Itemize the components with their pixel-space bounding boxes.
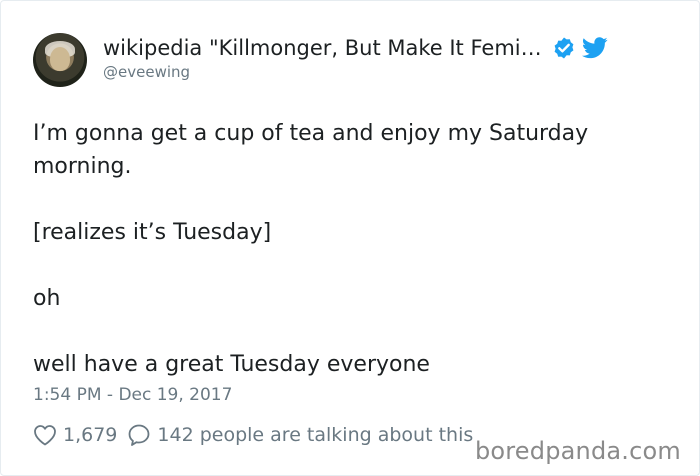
speech-bubble-icon[interactable] xyxy=(127,423,151,447)
tweet-paragraph: oh xyxy=(33,286,61,311)
talking-about-link[interactable]: 142 people are talking about this xyxy=(157,424,473,446)
tweet-actions: 1,679 142 people are talking about this xyxy=(33,421,473,449)
author-handle[interactable]: @eveewing xyxy=(103,63,190,81)
author-display-name[interactable]: wikipedia "Killmonger, But Make It Femi… xyxy=(103,36,542,60)
heart-outline-icon[interactable] xyxy=(33,424,57,446)
tweet-paragraph: well have a great Tuesday everyone xyxy=(33,352,430,377)
watermark: boredpanda.com xyxy=(474,437,681,465)
like-count[interactable]: 1,679 xyxy=(63,424,117,446)
tweet-card: wikipedia "Killmonger, But Make It Femi…… xyxy=(0,0,700,476)
tweet-paragraph: I’m gonna get a cup of tea and enjoy my … xyxy=(33,121,589,179)
author-avatar[interactable] xyxy=(33,33,87,87)
twitter-bird-icon[interactable] xyxy=(581,37,608,59)
tweet-text: I’m gonna get a cup of tea and enjoy my … xyxy=(33,117,663,381)
tweet-timestamp[interactable]: 1:54 PM - Dec 19, 2017 xyxy=(33,385,232,405)
author-name-row: wikipedia "Killmonger, But Make It Femi… xyxy=(103,33,608,63)
tweet-paragraph: [realizes it’s Tuesday] xyxy=(33,220,272,245)
verified-badge-icon xyxy=(554,37,574,59)
